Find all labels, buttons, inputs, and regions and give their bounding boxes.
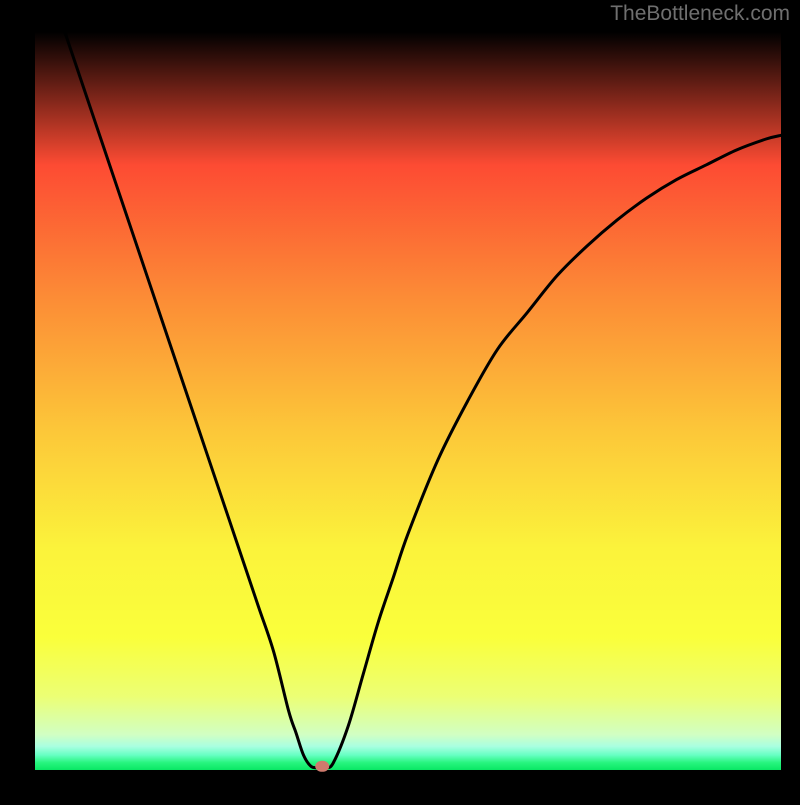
chart-container: TheBottleneck.com bbox=[0, 0, 800, 800]
plot-background bbox=[35, 32, 781, 770]
watermark-text: TheBottleneck.com bbox=[610, 2, 790, 26]
optimum-marker bbox=[315, 761, 329, 772]
bottleneck-chart bbox=[0, 0, 800, 800]
